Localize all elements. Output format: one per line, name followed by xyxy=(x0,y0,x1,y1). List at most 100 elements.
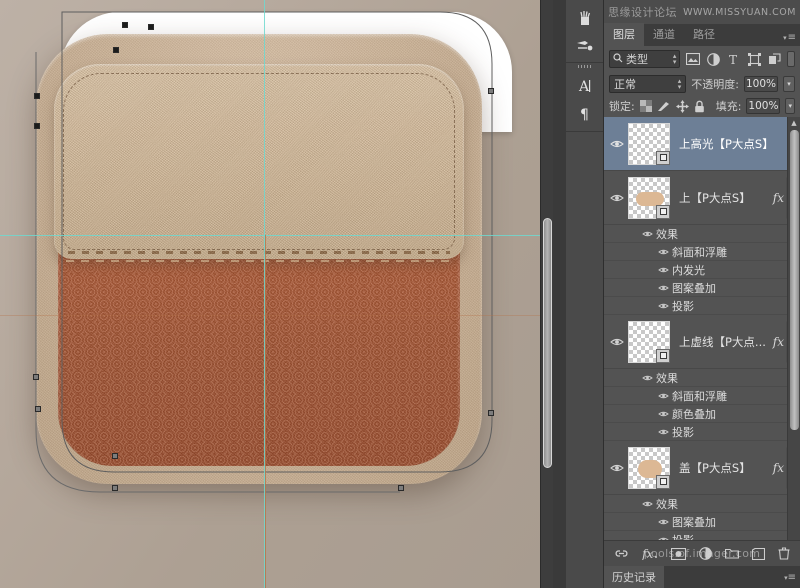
dodge-tool-icon[interactable] xyxy=(566,31,603,59)
canvas-scroll-thumb[interactable] xyxy=(543,218,552,468)
effect-row[interactable]: 图案叠加 xyxy=(604,279,800,297)
effects-group-row[interactable]: 效果 xyxy=(604,225,800,243)
type-tool-icon[interactable]: A xyxy=(566,72,603,100)
fx-indicator-icon[interactable]: fx xyxy=(773,191,784,205)
vector-mask-thumbnail[interactable] xyxy=(656,474,670,489)
path-anchor[interactable] xyxy=(488,88,494,94)
eye-icon[interactable] xyxy=(654,266,672,274)
path-anchor[interactable] xyxy=(398,485,404,491)
layer-name[interactable]: 上高光【P大点S】 xyxy=(679,136,800,152)
panel-tab-bar[interactable]: 图层 通道 路径 ▾ ≡ xyxy=(604,23,800,46)
layers-scroll-thumb[interactable] xyxy=(790,130,799,430)
path-anchor[interactable] xyxy=(488,410,494,416)
effects-group-row[interactable]: 效果 xyxy=(604,369,800,387)
path-anchor[interactable] xyxy=(112,485,118,491)
new-adjustment-icon[interactable] xyxy=(699,547,712,560)
fill-value[interactable]: 100% xyxy=(746,98,781,114)
eye-icon[interactable] xyxy=(606,139,628,149)
fill-dropdown-icon[interactable]: ▾ xyxy=(785,98,795,114)
vector-mask-thumbnail[interactable] xyxy=(656,150,670,165)
path-anchor[interactable] xyxy=(148,24,154,30)
canvas-area[interactable] xyxy=(0,0,553,588)
tab-channels[interactable]: 通道 xyxy=(644,23,684,46)
eye-icon[interactable] xyxy=(654,392,672,400)
lock-image-pixels-icon[interactable] xyxy=(657,99,671,114)
lock-all-icon[interactable] xyxy=(694,99,705,114)
path-anchor[interactable] xyxy=(34,93,40,99)
layer-thumbnail[interactable] xyxy=(628,446,670,489)
effect-row[interactable]: 斜面和浮雕 xyxy=(604,387,800,405)
layer-row[interactable]: 上高光【P大点S】 xyxy=(604,117,800,171)
eye-icon[interactable] xyxy=(654,410,672,418)
history-panel-tab-bar[interactable]: 历史记录 ▾≡ xyxy=(604,566,800,588)
tab-layers[interactable]: 图层 xyxy=(604,23,644,46)
filter-enable-toggle[interactable] xyxy=(787,51,796,67)
guide-vertical-brown[interactable] xyxy=(265,235,266,588)
shape-layer-filter-icon[interactable] xyxy=(747,51,762,67)
path-anchor[interactable] xyxy=(113,47,119,53)
eye-icon[interactable] xyxy=(638,230,656,238)
effect-row[interactable]: 图案叠加 xyxy=(604,513,800,531)
filter-type-select[interactable]: 类型 ▴ ▾ xyxy=(609,50,681,68)
path-anchor[interactable] xyxy=(33,374,39,380)
layers-panel[interactable]: 思缘设计论坛 WWW.MISSYUAN.COM 图层 通道 路径 ▾≡ 类型 xyxy=(604,0,800,588)
vector-mask-thumbnail[interactable] xyxy=(656,348,670,363)
eye-icon[interactable] xyxy=(638,374,656,382)
tab-history[interactable]: 历史记录 xyxy=(604,566,664,588)
path-anchor[interactable] xyxy=(35,406,41,412)
fx-indicator-icon[interactable]: fx xyxy=(773,461,784,475)
guide-horizontal-brown[interactable] xyxy=(0,315,553,316)
scroll-up-icon[interactable]: ▲ xyxy=(788,117,800,129)
layer-name[interactable]: 盖【P大点S】 xyxy=(679,460,773,476)
layer-thumbnail[interactable] xyxy=(628,320,670,363)
smudge-tool-icon[interactable] xyxy=(566,3,603,31)
layer-row[interactable]: 上虚线【P大点... fx ▲ xyxy=(604,315,800,369)
lock-position-icon[interactable] xyxy=(675,99,689,114)
layer-row[interactable]: 盖【P大点S】 fx ▲ xyxy=(604,441,800,495)
eye-icon[interactable] xyxy=(654,248,672,256)
tab-paths[interactable]: 路径 xyxy=(684,23,724,46)
layer-name[interactable]: 上虚线【P大点... xyxy=(679,334,773,350)
eye-icon[interactable] xyxy=(654,428,672,436)
layers-list[interactable]: 上高光【P大点S】 上【P大点S】 fx ▲ xyxy=(604,117,800,551)
eye-icon[interactable] xyxy=(654,518,672,526)
path-anchor[interactable] xyxy=(112,453,118,459)
history-panel-menu-icon[interactable]: ▾≡ xyxy=(784,572,796,583)
layer-thumbnail[interactable] xyxy=(628,122,670,165)
add-fx-icon[interactable]: fx xyxy=(642,547,658,560)
panel-menu-icon[interactable]: ▾ ≡ xyxy=(783,32,796,43)
eye-icon[interactable] xyxy=(638,500,656,508)
effect-row[interactable]: 内发光 xyxy=(604,261,800,279)
eye-icon[interactable] xyxy=(654,284,672,292)
layers-list-scrollbar[interactable]: ▲ ▼ xyxy=(787,117,800,551)
path-anchor[interactable] xyxy=(34,123,40,129)
blend-mode-select[interactable]: 正常 ▴ ▾ xyxy=(609,74,687,93)
add-mask-icon[interactable] xyxy=(671,547,686,560)
lock-row[interactable]: 锁定: 填充: 100% ▾ xyxy=(604,95,800,117)
effect-row[interactable]: 颜色叠加 xyxy=(604,405,800,423)
paragraph-tool-icon[interactable]: ¶ xyxy=(566,100,603,128)
layer-filter-row[interactable]: 类型 ▴ ▾ T xyxy=(604,46,800,72)
link-layers-icon[interactable] xyxy=(614,548,629,559)
type-layer-filter-icon[interactable]: T xyxy=(726,51,741,67)
layer-row[interactable]: 上【P大点S】 fx ▲ xyxy=(604,171,800,225)
new-layer-icon[interactable] xyxy=(752,547,765,560)
blend-mode-row[interactable]: 正常 ▴ ▾ 不透明度: 100% ▾ xyxy=(604,72,800,95)
eye-icon[interactable] xyxy=(606,337,628,347)
layer-thumbnail[interactable] xyxy=(628,176,670,219)
canvas-vertical-scrollbar[interactable] xyxy=(540,0,553,588)
effect-row[interactable]: 投影 xyxy=(604,297,800,315)
pixel-layer-filter-icon[interactable] xyxy=(685,51,701,67)
layer-name[interactable]: 上【P大点S】 xyxy=(679,190,773,206)
effects-group-row[interactable]: 效果 xyxy=(604,495,800,513)
path-anchor[interactable] xyxy=(122,22,128,28)
layers-panel-footer[interactable]: fx xyxy=(604,540,800,566)
vector-mask-thumbnail[interactable] xyxy=(656,204,670,219)
tool-options-column[interactable]: A ¶ xyxy=(566,0,604,588)
fx-indicator-icon[interactable]: fx xyxy=(773,335,784,349)
delete-layer-icon[interactable] xyxy=(778,547,790,560)
opacity-dropdown-icon[interactable]: ▾ xyxy=(783,75,795,92)
new-group-icon[interactable] xyxy=(725,548,739,559)
eye-icon[interactable] xyxy=(654,302,672,310)
effect-row[interactable]: 投影 xyxy=(604,423,800,441)
